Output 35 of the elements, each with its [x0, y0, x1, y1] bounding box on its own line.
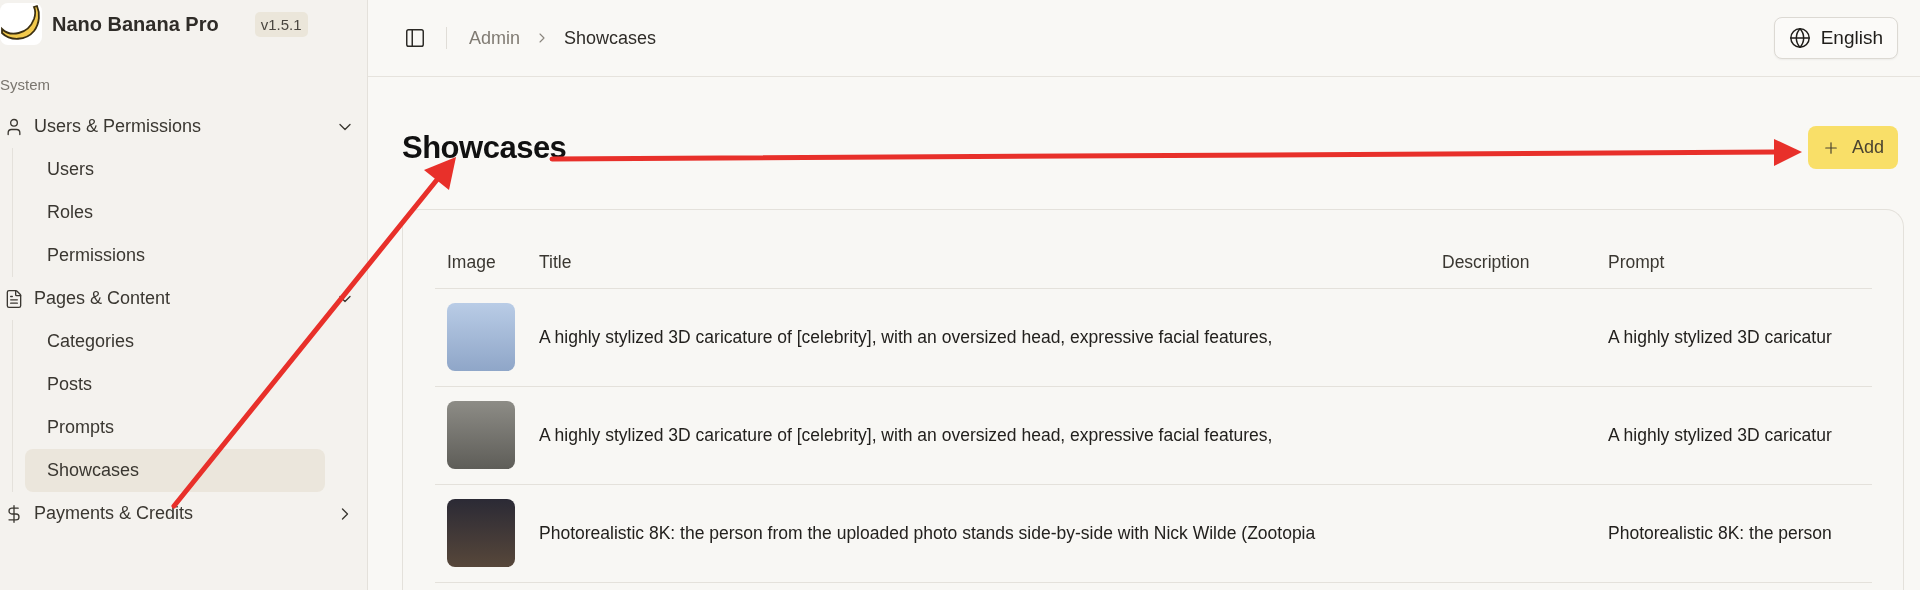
sidebar-item[interactable]: Posts	[25, 363, 325, 406]
app-name: Nano Banana Pro	[52, 12, 219, 36]
language-button[interactable]: English	[1773, 17, 1898, 59]
column-header: Title	[527, 238, 1430, 288]
sidebar-group[interactable]: Pages & Content	[0, 277, 367, 320]
globe-icon	[1788, 27, 1811, 49]
sidebar-item[interactable]: Showcases	[25, 449, 325, 492]
sidebar-item[interactable]: Roles	[25, 191, 325, 234]
table-cell: Photorealistic 8K: the person from the uploaded photo stands side-by-side with Nick Wilde (Zootopia	[539, 522, 1316, 543]
section-label: System	[0, 76, 51, 93]
document-icon	[4, 288, 24, 309]
sidebar-item[interactable]: Permissions	[25, 234, 325, 277]
column-header: Description	[1430, 238, 1596, 288]
photo-placeholder	[447, 401, 515, 469]
table-cell: A highly stylized 3D caricature of [celebrity], with an oversized head, expressive facial features,	[539, 424, 1273, 445]
table-cell: A highly stylized 3D caricatur	[1608, 424, 1832, 445]
sidebar-item[interactable]: Categories	[25, 320, 325, 363]
add-button[interactable]: Add	[1807, 126, 1898, 169]
page-title: Showcases	[402, 129, 567, 166]
breadcrumb-link[interactable]: Admin	[469, 27, 521, 49]
photo-placeholder	[447, 303, 515, 371]
sidebar-item[interactable]: Prompts	[25, 406, 325, 449]
table-cell: Photorealistic 8K: the person	[1608, 522, 1832, 543]
sidebar-group[interactable]: Users & Permissions	[0, 105, 367, 148]
banana-logo-icon	[0, 3, 42, 45]
column-header: Image	[435, 238, 527, 288]
table-cell: A highly stylized 3D caricatur	[1608, 326, 1832, 347]
sidebar-group[interactable]: Payments & Credits	[0, 492, 367, 535]
version-badge: v1.5.1	[254, 11, 308, 37]
sidebar-item[interactable]: Users	[25, 148, 325, 191]
sidebar-toggle-icon[interactable]	[404, 27, 426, 49]
table-cell: A highly stylized 3D caricature of [celebrity], with an oversized head, expressive facial features,	[539, 326, 1273, 347]
photo-placeholder	[447, 499, 515, 567]
column-header: Prompt	[1596, 238, 1872, 288]
breadcrumb-link[interactable]: Showcases	[564, 27, 657, 49]
